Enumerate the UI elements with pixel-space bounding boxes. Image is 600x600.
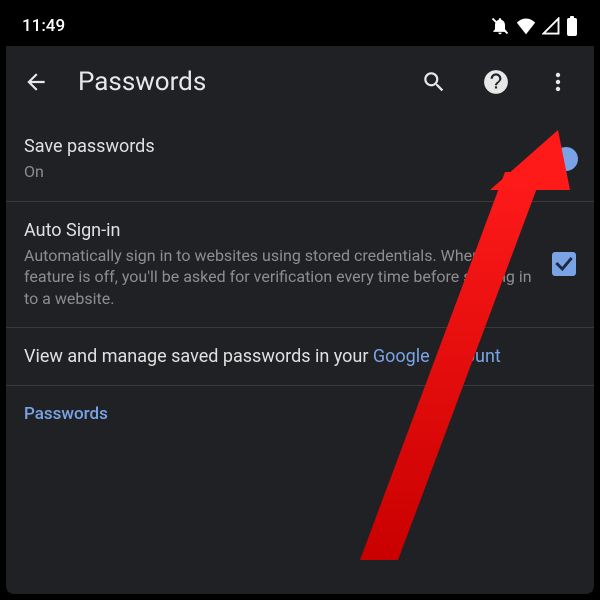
page-title: Passwords [78,67,392,97]
app-bar: Passwords [6,46,594,118]
save-passwords-row[interactable]: Save passwords On [6,118,594,202]
save-passwords-toggle[interactable] [534,147,576,171]
save-passwords-title: Save passwords [24,136,518,157]
wifi-icon [516,17,536,35]
help-icon [483,69,509,95]
auto-signin-row[interactable]: Auto Sign-in Automatically sign in to we… [6,202,594,329]
passwords-section-label: Passwords [6,386,594,424]
search-button[interactable] [414,62,454,102]
auto-signin-desc: Automatically sign in to websites using … [24,245,536,310]
auto-signin-checkbox[interactable] [552,252,576,276]
check-icon [554,254,574,274]
status-bar: 11:49 [6,6,594,46]
help-button[interactable] [476,62,516,102]
auto-signin-title: Auto Sign-in [24,220,536,241]
google-account-link[interactable]: Google Account [373,346,501,367]
manage-passwords-row[interactable]: View and manage saved passwords in your … [6,328,594,386]
status-icons [490,16,578,36]
arrow-back-icon [23,69,49,95]
more-vert-icon [546,70,570,94]
battery-icon [566,16,578,36]
clock: 11:49 [22,16,65,36]
more-options-button[interactable] [538,62,578,102]
save-passwords-status: On [24,161,518,183]
cellular-signal-icon [542,17,560,35]
notifications-off-icon [490,16,510,36]
back-button[interactable] [16,62,56,102]
manage-prefix: View and manage saved passwords in your [24,346,373,367]
search-icon [421,69,447,95]
manage-passwords-text: View and manage saved passwords in your … [24,346,576,367]
